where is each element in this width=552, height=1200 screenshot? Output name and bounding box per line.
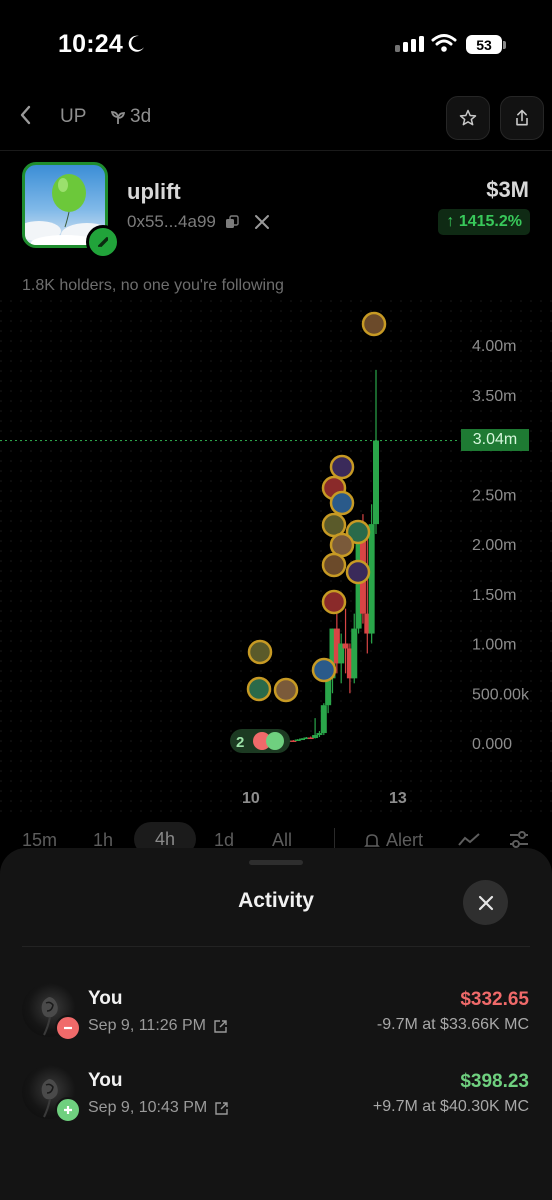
moon-icon bbox=[128, 35, 144, 52]
activity-user: You bbox=[88, 988, 123, 1009]
activity-time-row: Sep 9, 10:43 PM bbox=[88, 1099, 228, 1117]
close-icon bbox=[478, 895, 493, 910]
candle-body bbox=[316, 733, 323, 736]
price-chart[interactable]: 4.00m 3.50m 2.50m 2.00m 1.50m 1.00m 500.00k 0.0… bbox=[0, 300, 552, 820]
buy-marker-icon bbox=[55, 1097, 81, 1123]
buy-trade-marker bbox=[266, 732, 284, 750]
share-button[interactable] bbox=[500, 96, 544, 140]
nav-age: 3d bbox=[111, 106, 151, 128]
holder-avatar[interactable] bbox=[345, 559, 371, 585]
candle-body bbox=[373, 440, 379, 525]
candle-body bbox=[368, 524, 375, 634]
wifi-icon bbox=[431, 34, 457, 52]
battery-tip bbox=[503, 41, 506, 49]
candle-body bbox=[342, 643, 349, 649]
bell-icon bbox=[364, 833, 380, 847]
x-tick-label: 13 bbox=[389, 790, 407, 807]
token-address: 0x55...4a99 bbox=[127, 212, 216, 231]
activity-user: You bbox=[88, 1070, 123, 1091]
trade-marker-count: 2 bbox=[236, 734, 244, 751]
activity-detail: +9.7M at $40.30K MC bbox=[372, 1098, 529, 1115]
share-icon bbox=[516, 109, 528, 126]
activity-amount: $398.23 bbox=[460, 1071, 529, 1092]
activity-time-row: Sep 9, 11:26 PM bbox=[88, 1017, 227, 1035]
activity-detail: -9.7M at $33.66K MC bbox=[376, 1016, 529, 1033]
candle-body bbox=[312, 735, 319, 739]
token-name: uplift bbox=[127, 179, 181, 204]
cellular-signal-icon bbox=[395, 36, 424, 52]
nav-age-label: 3d bbox=[130, 106, 152, 127]
y-tick-label: 2.50m bbox=[472, 487, 516, 504]
close-button[interactable] bbox=[463, 880, 508, 925]
holder-avatar[interactable] bbox=[246, 676, 272, 702]
holder-avatar[interactable] bbox=[361, 311, 387, 337]
y-tick-label: 1.50m bbox=[472, 587, 516, 604]
y-tick-label: 500.00k bbox=[472, 686, 530, 703]
token-address-row: 0x55...4a99 bbox=[127, 212, 270, 232]
external-link-icon[interactable] bbox=[214, 1019, 227, 1033]
tab-divider bbox=[334, 828, 335, 850]
activity-amount: $332.65 bbox=[460, 989, 529, 1010]
line-chart-icon[interactable] bbox=[458, 832, 480, 848]
settings-sliders-icon[interactable] bbox=[508, 830, 530, 850]
holder-avatar[interactable] bbox=[321, 589, 347, 615]
holders-text: 1.8K holders, no one you're following bbox=[22, 277, 284, 294]
holder-avatar[interactable] bbox=[329, 532, 355, 558]
sheet-grabber[interactable] bbox=[249, 860, 303, 865]
sell-marker-icon bbox=[55, 1015, 81, 1041]
holder-avatar[interactable] bbox=[311, 657, 337, 683]
holder-avatar[interactable] bbox=[321, 512, 347, 538]
sprout-icon bbox=[111, 111, 125, 124]
holder-avatar[interactable] bbox=[273, 677, 299, 703]
holder-avatar[interactable] bbox=[247, 639, 273, 665]
y-tick-label: 1.00m bbox=[472, 637, 516, 654]
pump-badge-icon bbox=[86, 225, 120, 259]
battery-indicator: 53 bbox=[466, 35, 502, 54]
x-tick-label: 10 bbox=[242, 790, 260, 807]
candle-body bbox=[320, 705, 327, 734]
sheet-divider bbox=[22, 946, 530, 947]
y-tick-label: 3.50m bbox=[472, 388, 516, 405]
holder-avatar[interactable] bbox=[329, 454, 355, 480]
trade-marker-group[interactable]: 2 bbox=[230, 729, 290, 753]
status-time: 10:24 bbox=[58, 30, 123, 58]
candle-body bbox=[325, 678, 332, 706]
x-twitter-icon[interactable] bbox=[254, 214, 270, 230]
holder-avatar[interactable] bbox=[321, 552, 347, 578]
candle-body bbox=[351, 628, 358, 679]
back-button[interactable] bbox=[18, 104, 34, 133]
favorite-button[interactable] bbox=[446, 96, 490, 140]
nav-ticker: UP bbox=[60, 106, 87, 127]
activity-time: Sep 9, 11:26 PM bbox=[88, 1017, 206, 1034]
current-price-tag: 3.04m bbox=[461, 429, 529, 451]
y-tick-label: 0.000 bbox=[472, 736, 512, 753]
chevron-left-icon bbox=[20, 105, 31, 125]
holder-avatar[interactable] bbox=[329, 490, 355, 516]
y-tick-label: 4.00m bbox=[472, 338, 516, 355]
star-icon bbox=[459, 109, 477, 126]
nav-divider bbox=[0, 150, 552, 151]
activity-time: Sep 9, 10:43 PM bbox=[88, 1099, 208, 1116]
price-change-badge: ↑ 1415.2% bbox=[438, 209, 530, 235]
y-tick-label: 2.00m bbox=[472, 537, 516, 554]
external-link-icon[interactable] bbox=[215, 1101, 228, 1115]
copy-icon[interactable] bbox=[225, 215, 239, 229]
market-cap: $3M bbox=[486, 177, 529, 202]
